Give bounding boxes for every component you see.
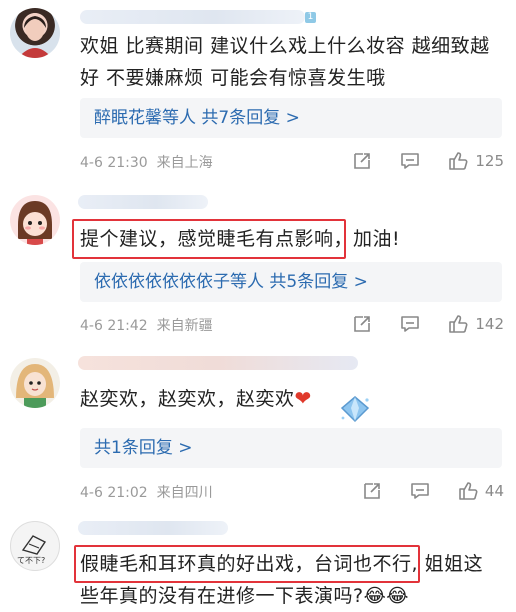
like-count: 125 (475, 152, 504, 170)
comment-2: 提个建议，感觉睫毛有点影响，加油! 依依依依依依依子等人 共5条回复 > 4-6… (0, 185, 516, 345)
comment-text-line2: 些年真的没有在进修一下表演吗? (80, 585, 364, 607)
comment-location: 来自上海 (156, 155, 213, 171)
comment-text-content: 赵奕欢，赵奕欢，赵奕欢 (80, 388, 295, 410)
comment-text: 赵奕欢，赵奕欢，赵奕欢❤ (80, 382, 504, 415)
username-blurred[interactable] (80, 10, 305, 24)
like-icon[interactable] (457, 480, 479, 502)
reply-summary[interactable]: 依依依依依依依子等人 共5条回复 > (80, 262, 502, 302)
comment-text-rest: 姐姐这 (418, 553, 484, 575)
like-icon[interactable] (447, 313, 469, 335)
comment-icon[interactable] (409, 480, 431, 502)
avatar[interactable] (10, 195, 60, 245)
avatar-cartoon-girl-icon (18, 201, 52, 245)
reply-count-link[interactable]: 等人 共5条回复 > (230, 272, 368, 292)
comment-location: 来自新疆 (156, 318, 213, 334)
comment-location: 来自四川 (156, 485, 213, 501)
user-level-badge: 1 (305, 12, 316, 23)
diamond-sticker-icon (340, 396, 370, 423)
comment-text-rest: 加油! (353, 228, 401, 250)
username-blurred[interactable] (78, 356, 358, 370)
share-icon[interactable] (351, 150, 373, 172)
comment-time: 4-6 21:42 (80, 318, 148, 334)
comment-text-line: 些年真的没有在进修一下表演吗?😂😂 (80, 580, 512, 612)
comment-text: 假睫毛和耳环真的好出戏，台词也不行, 姐姐这 些年真的没有在进修一下表演吗?😂😂 (80, 548, 512, 612)
avatar[interactable] (10, 8, 60, 58)
comment-meta: 4-6 21:30 来自上海 (80, 152, 213, 172)
avatar-cartoon-girl-icon (16, 364, 54, 408)
comment-1: 1 欢姐 比赛期间 建议什么戏上什么妆容 越细致越 好 不要嫌麻烦 可能会有惊喜… (0, 0, 516, 180)
avatar[interactable] (10, 358, 60, 408)
comment-text: 欢姐 比赛期间 建议什么戏上什么妆容 越细致越 好 不要嫌麻烦 可能会有惊喜发生… (80, 30, 504, 94)
comment-highlighted-text: 提个建议，感觉睫毛有点影响， (80, 228, 354, 250)
comment-4: て不下? 假睫毛和耳环真的好出戏，台词也不行, 姐姐这 些年真的没有在进修一下表… (0, 515, 516, 607)
comment-actions: 44 (361, 480, 504, 502)
username-blurred[interactable] (78, 195, 208, 209)
comment-meta: 4-6 21:02 来自四川 (80, 482, 213, 502)
reply-user-link[interactable]: 依依依依依依依子 (94, 272, 230, 292)
reply-count-link[interactable]: 等人 共7条回复 > (162, 108, 300, 128)
share-icon[interactable] (361, 480, 383, 502)
comment-actions: 142 (351, 313, 504, 335)
comment-3: 赵奕欢，赵奕欢，赵奕欢❤ 共1条回复 > 4-6 21:02 来自四川 44 (0, 350, 516, 510)
like-icon[interactable] (447, 150, 469, 172)
comment-text-line: 欢姐 比赛期间 建议什么戏上什么妆容 越细致越 (80, 35, 490, 57)
reply-summary[interactable]: 醉眠花馨等人 共7条回复 > (80, 98, 502, 138)
comment-actions: 125 (351, 150, 504, 172)
comment-highlighted-text: 假睫毛和耳环真的好出戏，台词也不行, (80, 553, 419, 575)
share-icon[interactable] (351, 313, 373, 335)
comment-time: 4-6 21:30 (80, 155, 148, 171)
reply-count-link[interactable]: 共1条回复 > (94, 438, 192, 458)
avatar-caption: て不下? (17, 556, 46, 565)
comment-text: 提个建议，感觉睫毛有点影响，加油! (80, 223, 504, 255)
like-count: 142 (475, 315, 504, 333)
heart-emoji-icon: ❤ (294, 386, 312, 410)
laughing-emoji-icon: 😂😂 (363, 585, 409, 607)
comment-icon[interactable] (399, 313, 421, 335)
avatar[interactable]: て不下? (10, 521, 60, 571)
comment-text-line: 好 不要嫌麻烦 可能会有惊喜发生哦 (80, 67, 386, 89)
comment-text-line: 假睫毛和耳环真的好出戏，台词也不行, 姐姐这 (80, 548, 512, 580)
comment-time: 4-6 21:02 (80, 485, 148, 501)
avatar-portrait-icon (18, 16, 52, 58)
reply-user-link[interactable]: 醉眠花馨 (94, 108, 162, 128)
reply-summary[interactable]: 共1条回复 > (80, 428, 502, 468)
username-blurred[interactable] (78, 521, 228, 535)
like-count: 44 (484, 482, 504, 500)
comment-icon[interactable] (399, 150, 421, 172)
comment-meta: 4-6 21:42 来自新疆 (80, 315, 213, 335)
